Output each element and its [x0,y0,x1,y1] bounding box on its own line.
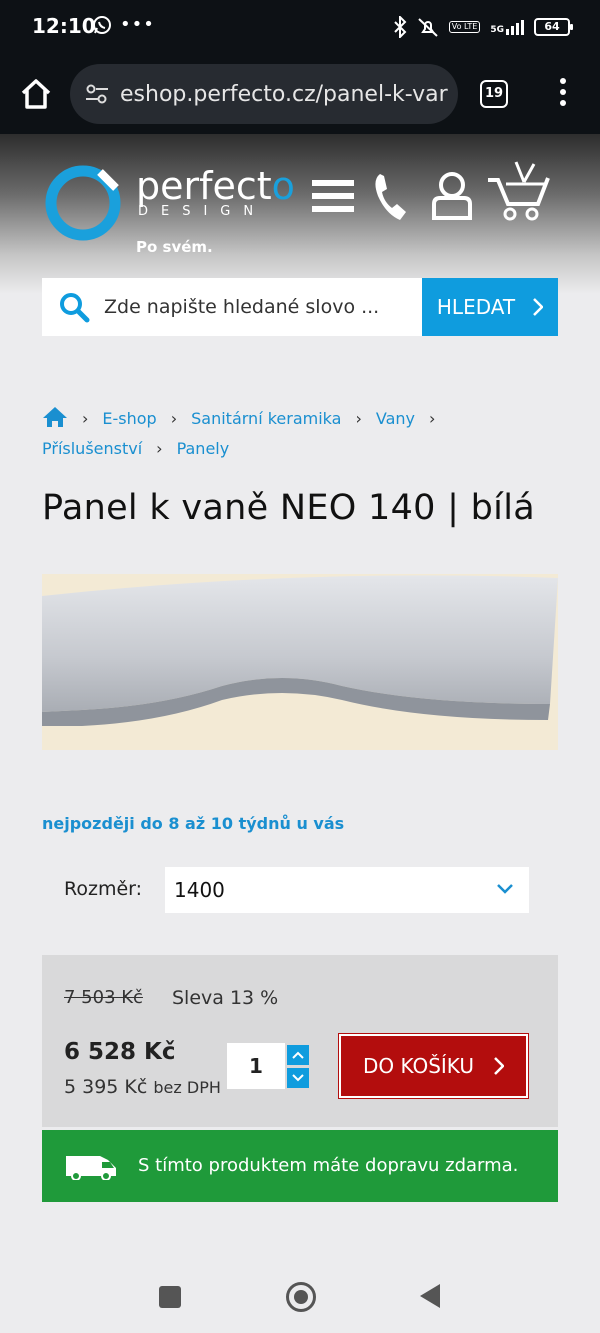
site-settings-icon[interactable] [84,81,110,107]
menu-icon[interactable] [312,178,354,214]
search-button-label: HLEDAT [436,295,516,319]
chevron-down-icon [497,884,513,894]
chevron-up-icon [292,1051,304,1059]
breadcrumb-item-vany[interactable]: Vany [376,409,415,428]
breadcrumb-item-eshop[interactable]: E-shop [102,409,156,428]
recent-apps-icon[interactable] [159,1286,181,1308]
breadcrumb: › E-shop › Sanitární keramika › Vany › Přísluše… [42,404,562,464]
signal-5g-icon: 5G [490,19,524,35]
logo-text[interactable]: perfecto [136,164,295,208]
breadcrumb-separator: › [82,409,89,428]
quantity-decrease-button[interactable] [287,1068,309,1088]
tab-switcher-button[interactable]: 19 [480,80,508,108]
back-icon[interactable] [420,1284,440,1308]
shipping-note: S tímto produktem máte dopravu zdarma. [138,1155,519,1176]
delivery-van-icon [66,1156,116,1180]
product-title: Panel k vaně NEO 140 | bílá [42,488,535,528]
status-bar: 12:10 ••• Vo LTE 5G 64 [0,0,600,56]
discount-badge: Sleva 13 % [172,987,279,1009]
add-to-cart-button[interactable]: DO KOŠÍKU [338,1033,529,1099]
free-shipping-banner: S tímto produktem máte dopravu zdarma. [42,1130,558,1202]
cart-icon[interactable] [486,160,552,222]
size-select-value: 1400 [174,878,225,902]
volte-icon: Vo LTE [448,21,481,33]
breadcrumb-item-panely[interactable]: Panely [177,439,230,458]
logo-subtext: DESIGN [138,204,267,219]
system-home-icon[interactable] [286,1282,316,1312]
breadcrumb-item-sanitarni-keramika[interactable]: Sanitární keramika [191,409,341,428]
chevron-right-icon [494,1057,505,1075]
status-time: 12:10 [32,14,96,38]
bluetooth-icon [394,16,407,38]
url-text: eshop.perfecto.cz/panel-k-var [120,81,448,107]
browser-menu-icon[interactable] [560,78,568,110]
battery-indicator: 64 [534,18,573,36]
logo-ring-icon[interactable] [44,164,122,242]
price-without-vat: 5 395 Kč bez DPH [64,1076,221,1098]
size-label: Rozměr: [64,878,143,900]
quantity-input[interactable]: 1 [227,1043,285,1089]
current-price: 6 528 Kč [64,1039,176,1065]
size-select[interactable]: 1400 [165,867,529,913]
address-bar[interactable]: eshop.perfecto.cz/panel-k-var [70,64,458,124]
breadcrumb-home-icon[interactable] [42,406,68,428]
more-dots-icon: ••• [120,14,155,35]
browser-toolbar: eshop.perfecto.cz/panel-k-var 19 [0,56,600,134]
search-bar: HLEDAT [42,278,558,336]
mute-icon [418,18,438,37]
product-image[interactable] [42,574,558,750]
search-button[interactable]: HLEDAT [422,278,558,336]
chevron-down-icon [292,1074,304,1082]
breadcrumb-item-prislusenstvi[interactable]: Příslušenství [42,439,142,458]
old-price: 7 503 Kč [64,987,143,1008]
chevron-right-icon [533,298,544,316]
price-box: 7 503 Kč Sleva 13 % 6 528 Kč 5 395 Kč be… [42,955,558,1127]
logo-tagline: Po svém. [136,238,213,256]
search-input[interactable] [104,278,454,336]
delivery-info: nejpozději do 8 až 10 týdnů u vás [42,814,345,833]
whatsapp-icon [93,15,111,34]
user-account-icon[interactable] [430,170,474,220]
phone-icon[interactable] [372,170,410,222]
system-navigation-bar [0,1262,600,1333]
quantity-increase-button[interactable] [287,1045,309,1065]
add-to-cart-label: DO KOŠÍKU [362,1054,475,1078]
home-icon[interactable] [18,76,54,112]
search-icon [60,293,90,323]
